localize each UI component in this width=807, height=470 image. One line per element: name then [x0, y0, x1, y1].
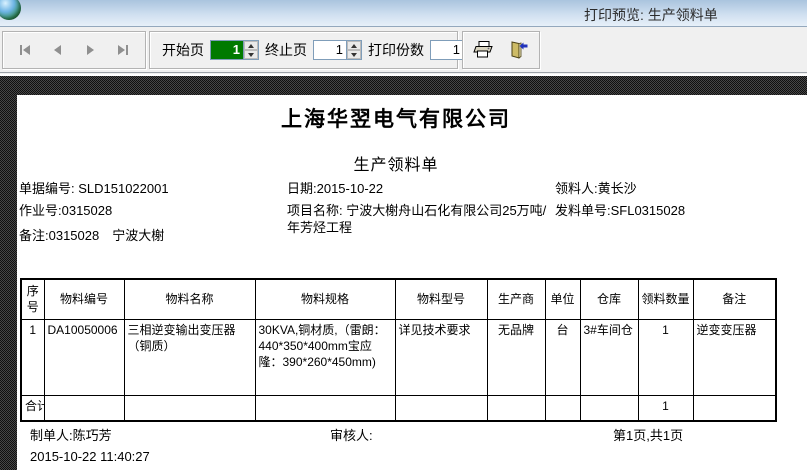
- form-title: 生产领料单: [17, 151, 775, 175]
- col-header: 物料编号: [44, 279, 124, 319]
- col-header: 生产商: [487, 279, 545, 319]
- col-header: 仓库: [580, 279, 638, 319]
- start-page-down-button[interactable]: [244, 50, 258, 59]
- exit-preview-button[interactable]: [503, 36, 533, 64]
- action-button-panel: [462, 31, 540, 69]
- end-page-label: 终止页: [265, 40, 307, 60]
- job-no: 作业号:0315028: [19, 202, 169, 219]
- prev-page-button[interactable]: [45, 38, 71, 62]
- down-arrow-icon: [248, 53, 254, 57]
- up-arrow-icon: [248, 44, 254, 48]
- start-page-spinner: 1: [210, 40, 259, 60]
- table-header-row: 序号 物料编号 物料名称 物料规格 物料型号 生产商 单位 仓库 领料数量 备注: [21, 279, 776, 319]
- first-page-icon: [20, 45, 22, 55]
- cell-seq: 1: [21, 319, 44, 395]
- start-page-label: 开始页: [162, 40, 204, 60]
- page-controls-panel: 开始页 1 终止页 1 打印份数 1: [149, 31, 458, 69]
- print-preview-window: 打印预览: 生产领料单 开始页 1: [0, 0, 807, 470]
- cell-material-code: DA10050006: [44, 319, 124, 395]
- picker: 领料人:黄长沙: [555, 180, 685, 197]
- next-page-icon: [87, 45, 94, 55]
- end-page-up-button[interactable]: [347, 41, 361, 50]
- start-page-up-button[interactable]: [244, 41, 258, 50]
- total-label: 合计: [21, 395, 44, 421]
- cell-quantity: 1: [638, 319, 693, 395]
- col-header: 物料型号: [395, 279, 487, 319]
- table-total-row: 合计 1: [21, 395, 776, 421]
- material-table: 序号 物料编号 物料名称 物料规格 物料型号 生产商 单位 仓库 领料数量 备注…: [20, 278, 777, 422]
- app-sphere-icon: [0, 0, 21, 20]
- first-page-button[interactable]: [12, 38, 38, 62]
- document-page: 上海华翌电气有限公司 生产领料单 单据编号: SLD151022001 作业号:…: [17, 95, 807, 470]
- date: 日期:2015-10-22: [287, 180, 549, 197]
- up-arrow-icon: [351, 44, 357, 48]
- cell-material-model: 详见技术要求: [395, 319, 487, 395]
- start-page-input[interactable]: 1: [211, 41, 243, 59]
- printer-icon: [473, 39, 495, 61]
- info-column-right: 领料人:黄长沙 发料单号:SFL0315028: [555, 180, 685, 224]
- cell-unit: 台: [545, 319, 580, 395]
- cell-warehouse: 3#车间仓: [580, 319, 638, 395]
- next-page-button[interactable]: [77, 38, 103, 62]
- info-column-middle: 日期:2015-10-22 项目名称: 宁波大榭舟山石化有限公司25万吨/年芳烃…: [287, 180, 549, 241]
- info-column-left: 单据编号: SLD151022001 作业号:0315028 备注:031502…: [19, 180, 169, 249]
- end-page-down-button[interactable]: [347, 50, 361, 59]
- cell-material-spec: 30KVA,铜材质,（雷朗：440*350*400mm宝应隆：390*260*4…: [255, 319, 395, 395]
- print-button[interactable]: [469, 36, 499, 64]
- cell-material-name: 三相逆变输出变压器（铜质）: [124, 319, 255, 395]
- remark: 备注:0315028 宁波大榭: [19, 227, 169, 244]
- col-header: 序号: [21, 279, 44, 319]
- doc-no: 单据编号: SLD151022001: [19, 180, 169, 197]
- company-name: 上海华翌电气有限公司: [17, 103, 775, 133]
- preview-background: 上海华翌电气有限公司 生产领料单 单据编号: SLD151022001 作业号:…: [0, 74, 807, 470]
- end-page-input[interactable]: 1: [314, 41, 346, 59]
- col-header: 单位: [545, 279, 580, 319]
- prev-page-icon: [54, 45, 61, 55]
- toolbar: 开始页 1 终止页 1 打印份数 1: [0, 28, 807, 73]
- project-name: 项目名称: 宁波大榭舟山石化有限公司25万吨/年芳烃工程: [287, 202, 549, 236]
- window-title: 打印预览: 生产领料单: [584, 5, 718, 25]
- issue-no: 发料单号:SFL0315028: [555, 202, 685, 219]
- copies-input[interactable]: 1: [431, 41, 463, 59]
- auditor: 审核人:: [330, 425, 373, 444]
- total-quantity: 1: [638, 395, 693, 421]
- last-page-icon: [118, 45, 125, 55]
- down-arrow-icon: [351, 53, 357, 57]
- col-header: 备注: [693, 279, 776, 319]
- page-info: 第1页,共1页: [613, 425, 683, 444]
- nav-button-panel: [2, 31, 146, 69]
- end-page-spinner: 1: [313, 40, 362, 60]
- table-row: 1 DA10050006 三相逆变输出变压器（铜质） 30KVA,铜材质,（雷朗…: [21, 319, 776, 395]
- cell-note: 逆变变压器: [693, 319, 776, 395]
- col-header: 物料名称: [124, 279, 255, 319]
- copies-label: 打印份数: [368, 40, 424, 60]
- last-page-button[interactable]: [110, 38, 136, 62]
- exit-icon: [507, 39, 529, 61]
- col-header: 领料数量: [638, 279, 693, 319]
- maker: 制单人:陈巧芳: [30, 425, 112, 444]
- col-header: 物料规格: [255, 279, 395, 319]
- print-timestamp: 2015-10-22 11:40:27: [30, 449, 150, 464]
- title-bar: 打印预览: 生产领料单: [0, 0, 807, 27]
- cell-producer: 无品牌: [487, 319, 545, 395]
